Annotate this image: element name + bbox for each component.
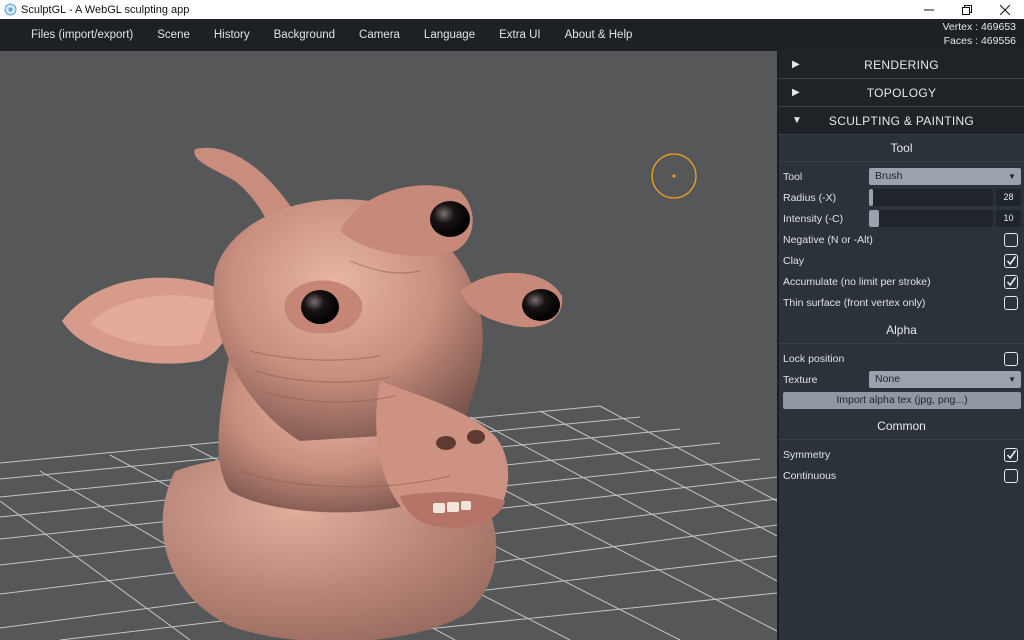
- accumulate-row: Accumulate (no limit per stroke): [779, 271, 1024, 292]
- menu-language[interactable]: Language: [412, 19, 487, 51]
- tool-select[interactable]: Brush ▼: [869, 168, 1021, 185]
- menu-scene[interactable]: Scene: [145, 19, 202, 51]
- chevron-down-icon: ▼: [1008, 172, 1016, 181]
- mesh-stats: Vertex : 469653 Faces : 469556: [942, 20, 1016, 48]
- side-panel: ▶ RENDERING ▶ TOPOLOGY ▼ SCULPTING & PAI…: [777, 51, 1024, 640]
- texture-select-value: None: [875, 373, 901, 385]
- texture-row: Texture None ▼: [779, 369, 1024, 390]
- section-topology[interactable]: ▶ TOPOLOGY: [779, 79, 1024, 107]
- import-alpha-button[interactable]: Import alpha tex (jpg, png...): [783, 392, 1021, 409]
- restore-button[interactable]: [948, 0, 986, 19]
- section-rendering[interactable]: ▶ RENDERING: [779, 51, 1024, 79]
- negative-checkbox[interactable]: [1004, 232, 1018, 247]
- lock-position-checkbox[interactable]: [1004, 351, 1018, 366]
- texture-label: Texture: [783, 373, 818, 386]
- expand-arrow-icon: ▶: [792, 87, 800, 98]
- intensity-label: Intensity (-C): [783, 212, 844, 225]
- sculpt-viewport[interactable]: [0, 51, 777, 640]
- clay-checkbox[interactable]: [1004, 253, 1018, 268]
- intensity-row: Intensity (-C) 10: [779, 208, 1024, 229]
- negative-row: Negative (N or -Alt): [779, 229, 1024, 250]
- symmetry-label: Symmetry: [783, 448, 831, 461]
- clay-row: Clay: [779, 250, 1024, 271]
- tool-subheader: Tool: [779, 135, 1024, 162]
- minimize-icon: [924, 9, 934, 10]
- lock-position-label: Lock position: [783, 352, 845, 365]
- radius-row: Radius (-X) 28: [779, 187, 1024, 208]
- thin-surface-checkbox[interactable]: [1004, 295, 1018, 310]
- window-title: SculptGL - A WebGL sculpting app: [21, 3, 190, 16]
- thin-surface-row: Thin surface (front vertex only): [779, 292, 1024, 313]
- close-icon: [1000, 4, 1010, 15]
- face-count: Faces : 469556: [943, 35, 1016, 47]
- sculptgl-logo-icon: [4, 3, 17, 16]
- radius-slider-fill: [869, 189, 873, 206]
- checkmark-icon: [1006, 450, 1016, 460]
- window-title-bar: SculptGL - A WebGL sculpting app: [0, 0, 1024, 19]
- restore-icon: [962, 4, 972, 15]
- checkmark-icon: [1006, 256, 1016, 266]
- common-subheader: Common: [779, 413, 1024, 440]
- menu-background[interactable]: Background: [262, 19, 347, 51]
- menu-about-help[interactable]: About & Help: [553, 19, 645, 51]
- symmetry-row: Symmetry: [779, 444, 1024, 465]
- chevron-down-icon: ▼: [1008, 375, 1016, 384]
- minimize-button[interactable]: [910, 0, 948, 19]
- section-topology-label: TOPOLOGY: [866, 85, 937, 100]
- brush-cursor: [651, 153, 697, 199]
- tool-label: Tool: [783, 170, 803, 183]
- sculpted-creature-model: [62, 147, 563, 640]
- lock-position-row: Lock position: [779, 348, 1024, 369]
- alpha-subheader: Alpha: [779, 317, 1024, 344]
- tool-select-value: Brush: [875, 170, 903, 182]
- menu-files[interactable]: Files (import/export): [0, 19, 145, 51]
- menu-history[interactable]: History: [202, 19, 262, 51]
- negative-label: Negative (N or -Alt): [783, 233, 873, 246]
- continuous-checkbox[interactable]: [1004, 468, 1018, 483]
- collapse-arrow-icon: ▼: [792, 115, 802, 126]
- intensity-value-input[interactable]: 10: [996, 210, 1021, 227]
- tool-row: Tool Brush ▼: [779, 166, 1024, 187]
- accumulate-checkbox[interactable]: [1004, 274, 1018, 289]
- viewport-canvas[interactable]: [0, 51, 777, 640]
- continuous-label: Continuous: [783, 469, 837, 482]
- radius-label: Radius (-X): [783, 191, 837, 204]
- section-rendering-label: RENDERING: [864, 57, 939, 72]
- import-alpha-row: Import alpha tex (jpg, png...): [779, 390, 1024, 411]
- continuous-row: Continuous: [779, 465, 1024, 486]
- menu-extra-ui[interactable]: Extra UI: [487, 19, 553, 51]
- main-menu-bar: Files (import/export) Scene History Back…: [0, 19, 1024, 51]
- accumulate-label: Accumulate (no limit per stroke): [783, 275, 931, 288]
- radius-value-input[interactable]: 28: [996, 189, 1021, 206]
- vertex-count: Vertex : 469653: [942, 21, 1016, 33]
- checkmark-icon: [1006, 277, 1016, 287]
- texture-select[interactable]: None ▼: [869, 371, 1021, 388]
- thin-surface-label: Thin surface (front vertex only): [783, 296, 926, 309]
- close-button[interactable]: [986, 0, 1024, 19]
- expand-arrow-icon: ▶: [792, 59, 800, 70]
- menu-camera[interactable]: Camera: [347, 19, 412, 51]
- symmetry-checkbox[interactable]: [1004, 447, 1018, 462]
- clay-label: Clay: [783, 254, 805, 267]
- section-sculpting-label: SCULPTING & PAINTING: [828, 113, 975, 128]
- intensity-slider[interactable]: [869, 210, 993, 227]
- intensity-slider-fill: [869, 210, 879, 227]
- radius-slider[interactable]: [869, 189, 993, 206]
- section-sculpting-painting[interactable]: ▼ SCULPTING & PAINTING: [779, 107, 1024, 135]
